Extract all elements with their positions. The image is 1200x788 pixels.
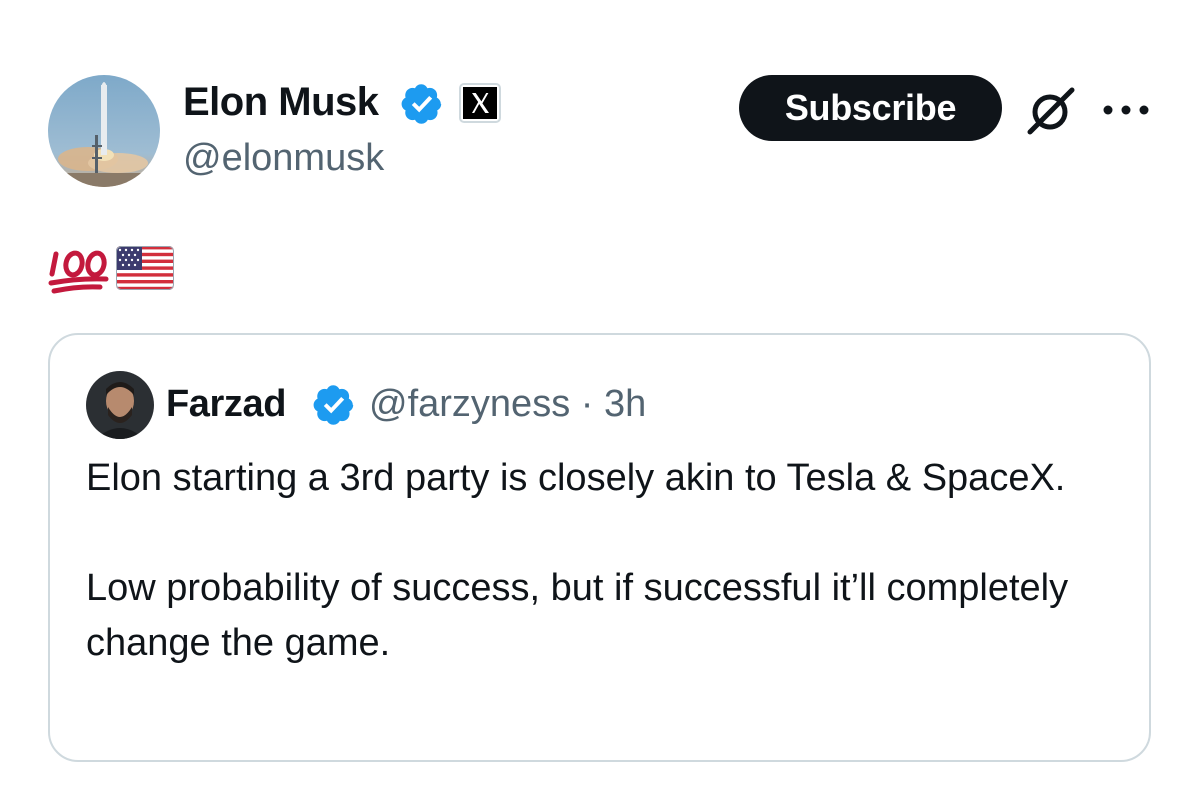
quoted-author-handle[interactable]: @farzyness: [369, 383, 570, 425]
post-body: [48, 240, 188, 296]
us-flag-icon: [116, 246, 174, 290]
quoted-paragraph: Low probability of success, but if succe…: [86, 567, 1069, 664]
affiliation-badge[interactable]: [459, 83, 501, 123]
quoted-paragraph: Elon starting a 3rd party is closely aki…: [86, 457, 1066, 499]
tweet: Elon Musk @elonmusk Subscribe Farzad @fa…: [0, 0, 1200, 788]
author-avatar[interactable]: [48, 75, 160, 187]
verified-badge-icon: [313, 385, 354, 425]
more-dots-icon[interactable]: [1100, 100, 1152, 120]
quoted-post-card[interactable]: Farzad @farzyness · 3h Elon starting a 3…: [48, 333, 1151, 762]
quoted-post-text: Elon starting a 3rd party is closely aki…: [86, 451, 1096, 671]
subscribe-button[interactable]: Subscribe: [739, 75, 1002, 141]
hundred-points-icon: [48, 250, 109, 294]
quoted-post-meta: @farzyness · 3h: [369, 379, 646, 429]
quoted-post-time[interactable]: 3h: [604, 383, 646, 425]
author-name[interactable]: Elon Musk: [183, 76, 379, 128]
grok-icon[interactable]: [1024, 86, 1078, 136]
meta-separator: ·: [570, 383, 604, 425]
quoted-author-avatar[interactable]: [86, 371, 154, 439]
verified-badge-icon: [401, 84, 442, 124]
author-handle[interactable]: @elonmusk: [183, 133, 384, 183]
x-logo-icon: [463, 87, 497, 119]
quoted-author-name[interactable]: Farzad: [166, 379, 286, 429]
